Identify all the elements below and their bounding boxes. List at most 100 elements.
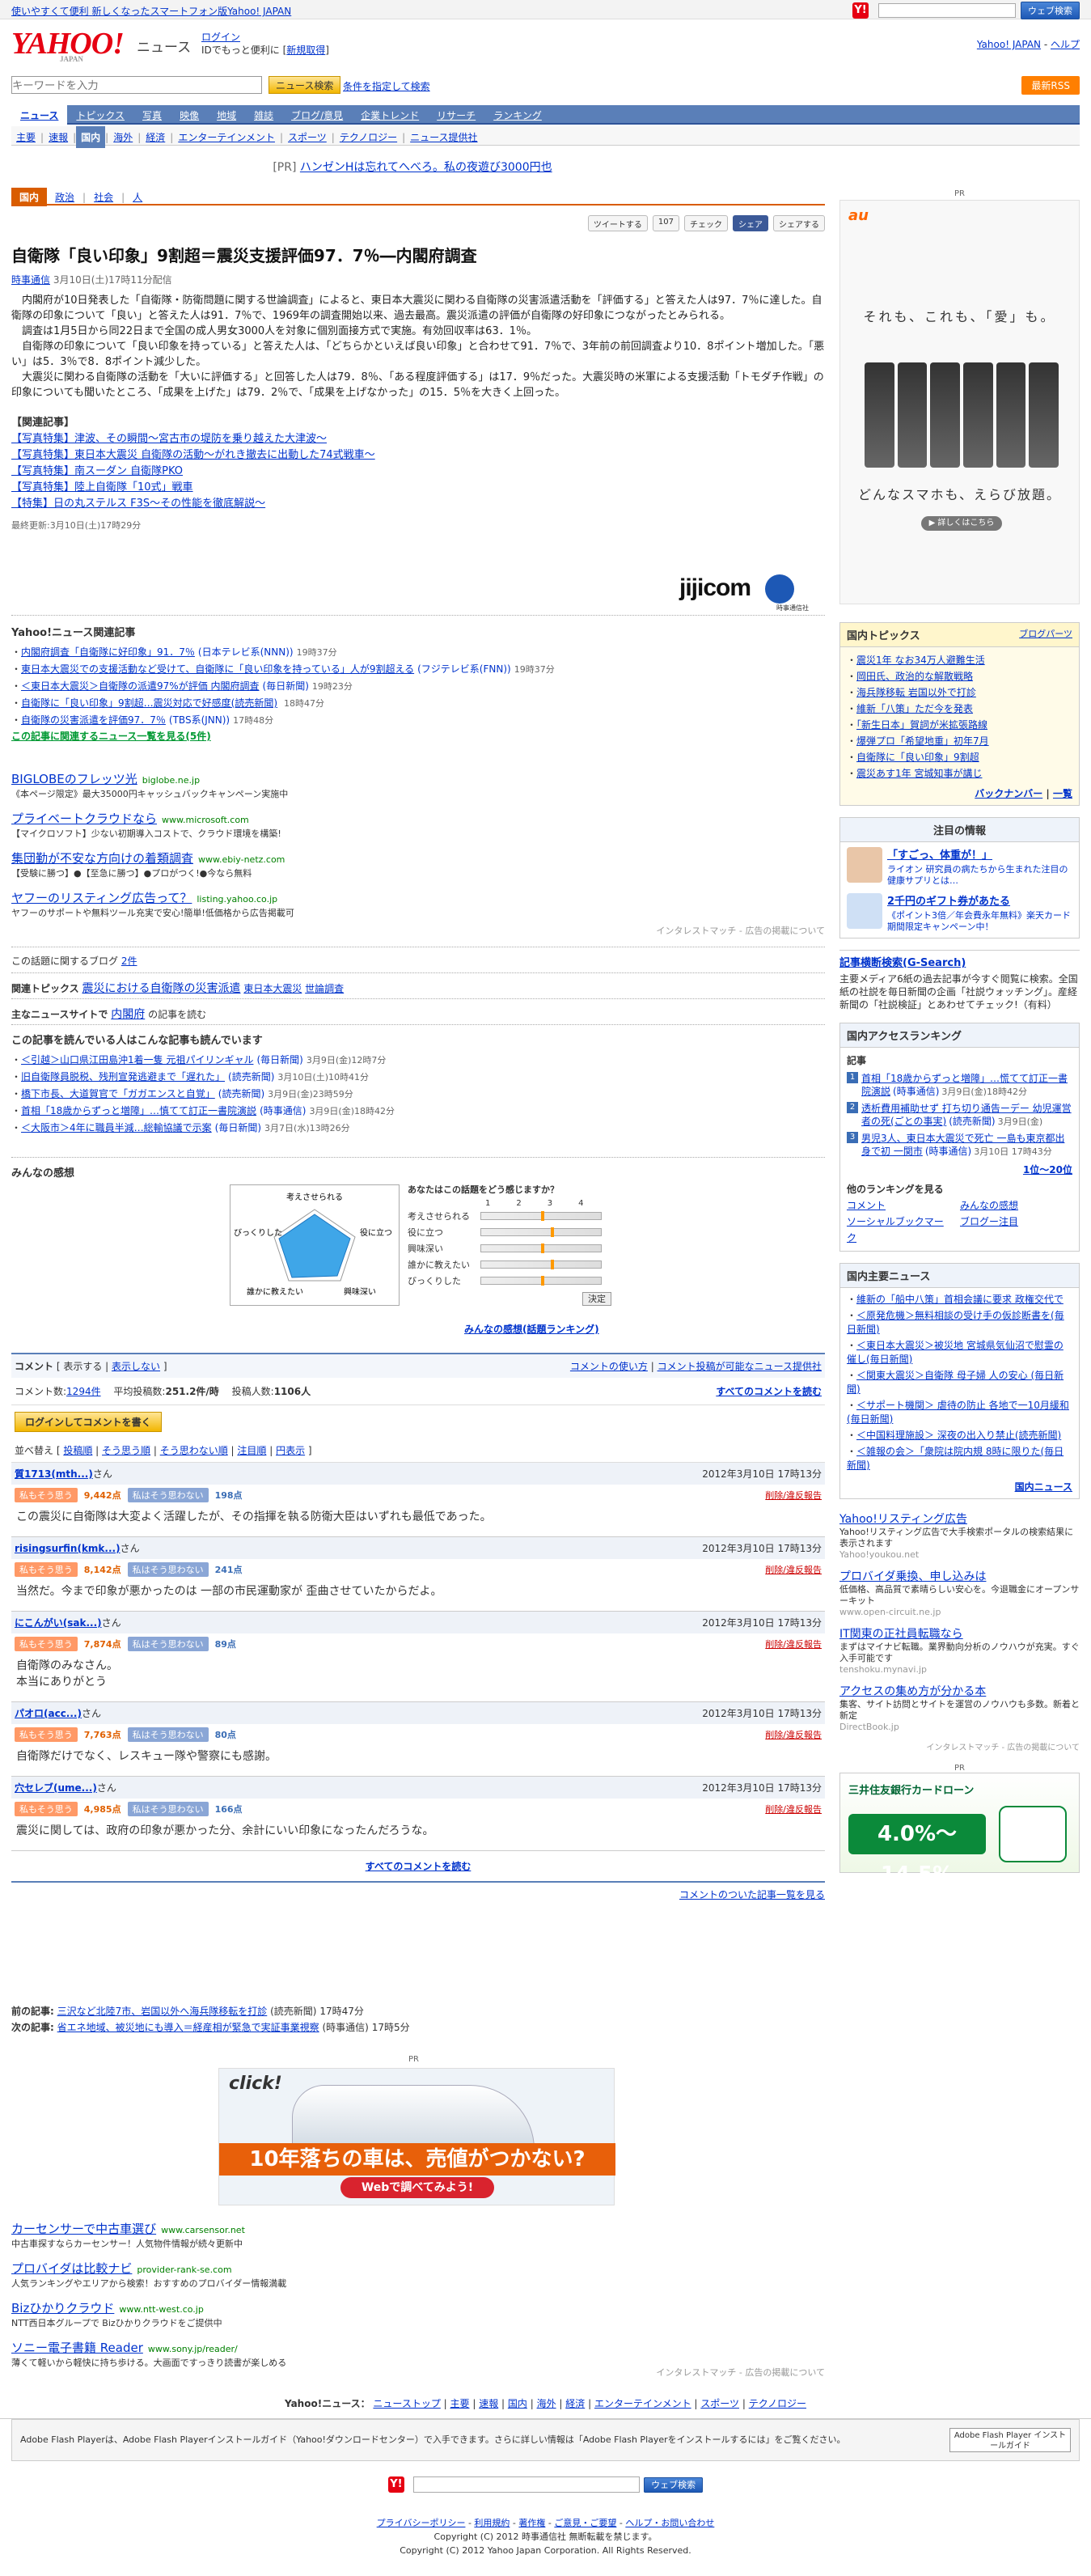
footer-nav-link-8[interactable]: テクノロジー [749, 2398, 806, 2409]
report-link[interactable]: 削除/違反報告 [765, 1638, 822, 1650]
sort-option-2[interactable]: そう思わない順 [160, 1445, 228, 1456]
report-link[interactable]: 削除/違反報告 [765, 1489, 822, 1502]
ad-title[interactable]: カーセンサーで中古車選び [11, 2222, 156, 2236]
vote-decide-button[interactable]: 決定 [582, 1292, 611, 1306]
ad-title[interactable]: プロバイダは比較ナビ [11, 2261, 132, 2276]
tweet-button[interactable]: ツイートする [587, 215, 648, 231]
nav-item-2[interactable]: 写真 [133, 105, 171, 125]
footer-nav-link-4[interactable]: 海外 [537, 2398, 556, 2409]
ad-title[interactable]: 集団勤が不安な方向けの着類調査 [11, 851, 193, 866]
flash-badge[interactable]: Adobe Flash Player インストールガイド [949, 2428, 1071, 2452]
ad-url[interactable]: www.sony.jp/reader/ [148, 2344, 238, 2354]
sort-option-1[interactable]: そう思う順 [102, 1445, 150, 1456]
login-comment-button[interactable]: ログインしてコメントを書く [15, 1412, 162, 1432]
vote-slider-handle[interactable] [550, 1227, 554, 1237]
chumoku-2-image[interactable] [847, 893, 882, 929]
ad-title[interactable]: BIGLOBEのフレッツ光 [11, 772, 137, 786]
vote-slider-handle[interactable] [541, 1276, 544, 1286]
advanced-search-link[interactable]: 条件を指定して検索 [343, 79, 430, 93]
vote-slider[interactable] [480, 1260, 602, 1269]
all-comments-bottom-link[interactable]: すべてのコメントを読む [366, 1861, 471, 1872]
ad-url[interactable]: listing.yahoo.co.jp [197, 894, 277, 905]
comments-post-link[interactable]: コメント投稿が可能なニュース提供社 [658, 1361, 822, 1372]
sort-option-0[interactable]: 投稿順 [63, 1445, 92, 1456]
agree-button[interactable]: 私もそう思う [15, 1488, 78, 1502]
cattab-2[interactable]: 社会 [86, 188, 121, 206]
nav-item-4[interactable]: 地域 [208, 105, 245, 125]
news-search-button[interactable]: ニュース検索 [269, 76, 341, 94]
disagree-button[interactable]: 私はそう思わない [127, 1637, 209, 1651]
ad-url[interactable]: provider-rank-se.com [137, 2265, 231, 2275]
subnav-item-7[interactable]: テクノロジー [335, 126, 402, 148]
topics-sub2-link[interactable]: 世論調査 [305, 983, 344, 994]
footer-y-icon[interactable]: Y! [387, 2476, 404, 2493]
gsearch-heading[interactable]: 記事横断検索(G-Search) [839, 957, 966, 969]
news-search-input[interactable] [11, 76, 262, 94]
comment-user-link[interactable]: にこんがい(sak...) [15, 1617, 102, 1629]
ad-url[interactable]: www.carsensor.net [161, 2225, 245, 2235]
comments-howto-link[interactable]: コメントの使い方 [570, 1361, 648, 1372]
cattab-3[interactable]: 人 [125, 188, 150, 206]
major-news-link[interactable]: ＜サポート機関＞ 虐待の防止 各地で一10月緩和(毎日新聞) [847, 1400, 1069, 1425]
vote-slider[interactable] [480, 1227, 602, 1237]
listing-ad-url[interactable]: www.open-circuit.ne.jp [839, 1607, 1080, 1617]
major-news-link[interactable]: ＜雑報の会＞「衆院は院内規 8時に限りた(毎日新聞) [847, 1446, 1064, 1471]
disagree-button[interactable]: 私はそう思わない [127, 1802, 209, 1816]
ranking-kansou-link[interactable]: みんなの感想 [960, 1197, 1018, 1214]
yahoo-japan-link[interactable]: Yahoo! JAPAN [977, 39, 1041, 50]
cattab-0[interactable]: 国内 [11, 188, 48, 206]
yahoo-logo[interactable]: YAHOO! JAPAN [11, 26, 125, 63]
major-news-link[interactable]: ＜原発危機＞無料相談の受け手の仮診断書を(毎日新聞) [847, 1310, 1064, 1335]
footer-nav-link-7[interactable]: スポーツ [700, 2398, 739, 2409]
ad-title[interactable]: Bizひかりクラウド [11, 2301, 114, 2315]
also-read-link[interactable]: 首相「18歳からずっと増障」…慎てて訂正一書院演説 [21, 1105, 256, 1116]
footer-nav-link-2[interactable]: 速報 [479, 2398, 498, 2409]
ads2-footer[interactable]: インタレストマッチ - 広告の掲載について [11, 2366, 825, 2379]
topics-back-number-link[interactable]: バックナンバー [975, 788, 1042, 799]
major-news-link[interactable]: ＜関東大震災＞自衛隊 母子婦 人の安心 (毎日新聞) [847, 1370, 1064, 1395]
topic-link[interactable]: 自衛隊に「良い印象」9割超 [856, 752, 979, 763]
ranking-source[interactable]: (時事通信) [925, 1146, 971, 1157]
ad-title[interactable]: プライベートクラウドなら [11, 811, 157, 826]
ad-url[interactable]: www.ebiy-netz.com [198, 854, 285, 865]
subnav-item-3[interactable]: 海外 [108, 126, 137, 148]
major-site-link[interactable]: 内閣府 [111, 1008, 145, 1021]
also-read-link[interactable]: 橋下市長、大道賀官で「ガガエンスと自覚」 [21, 1088, 215, 1099]
subnav-item-0[interactable]: 主要 [11, 126, 40, 148]
related-article-link[interactable]: 【写真特集】南スーダン 自衛隊PKO [11, 465, 183, 477]
related-news-link[interactable]: ＜東日本大震災＞自衛隊の派遣97%が評価 内閣府調査 [21, 680, 260, 692]
footer-search-button[interactable]: ウェブ検索 [644, 2477, 704, 2493]
comment-user-link[interactable]: パオロ(acc...) [15, 1708, 82, 1719]
vote-slider-handle[interactable] [541, 1244, 544, 1253]
topic-link[interactable]: 震災あす1年 宮城知事が講じ [856, 768, 982, 779]
listing-ad-title[interactable]: プロバイダ乗換、申し込みは [839, 1568, 1080, 1584]
article-source[interactable]: 時事通信 [11, 274, 50, 286]
car-ad-web-button[interactable]: Webで調べてみよう! [340, 2177, 494, 2198]
footer-link-1[interactable]: 利用規約 [474, 2518, 510, 2528]
comment-user-link[interactable]: 穴セレブ(ume...) [15, 1782, 97, 1794]
ad-url[interactable]: www.microsoft.com [162, 815, 249, 825]
related-article-link[interactable]: 【写真特集】陸上自衛隊「10式」戦車 [11, 481, 193, 494]
share-button[interactable]: シェアする [773, 215, 825, 231]
login-link[interactable]: ログイン [201, 32, 240, 43]
also-read-source[interactable]: (毎日新聞) [256, 1054, 302, 1066]
nav-item-1[interactable]: トピックス [67, 105, 133, 125]
footer-nav-link-5[interactable]: 経済 [565, 2398, 585, 2409]
topics-list-link[interactable]: 一覧 [1053, 788, 1072, 799]
comment-count[interactable]: 1294件 [66, 1386, 101, 1397]
vote-slider-handle[interactable] [541, 1211, 544, 1221]
related-news-link[interactable]: 自衛隊の災害派遣を評価97．7％ [21, 714, 166, 726]
listing-ad-title[interactable]: アクセスの集め方が分かる本 [839, 1683, 1080, 1699]
footer-nav-link-6[interactable]: エンターテインメント [594, 2398, 691, 2409]
pr-line-link[interactable]: ハンゼンHは忘れてへべろ。私の夜遊び3000円也 [300, 161, 552, 174]
au-detail-button[interactable]: ▶ 詳しくはこちら [921, 516, 1002, 531]
nav-item-9[interactable]: ランキング [484, 105, 551, 125]
prev-article-link[interactable]: 三沢など北陸7市、岩国以外へ海兵隊移転を打診 [57, 2006, 268, 2017]
listing-ad-url[interactable]: DirectBook.jp [839, 1722, 1080, 1732]
also-read-source[interactable]: (毎日新聞) [215, 1122, 261, 1133]
related-news-source[interactable]: (フジテレビ系(FNN)) [417, 663, 511, 675]
ranking-comment-link[interactable]: コメント [847, 1197, 944, 1214]
ranking-source[interactable]: (読売新聞) [949, 1116, 995, 1127]
ranking-blog-link[interactable]: ブログー注目 [960, 1214, 1018, 1246]
related-article-link[interactable]: 【写真特集】津波、その瞬間～宮古市の堤防を乗り越えた大津波～ [11, 433, 327, 445]
